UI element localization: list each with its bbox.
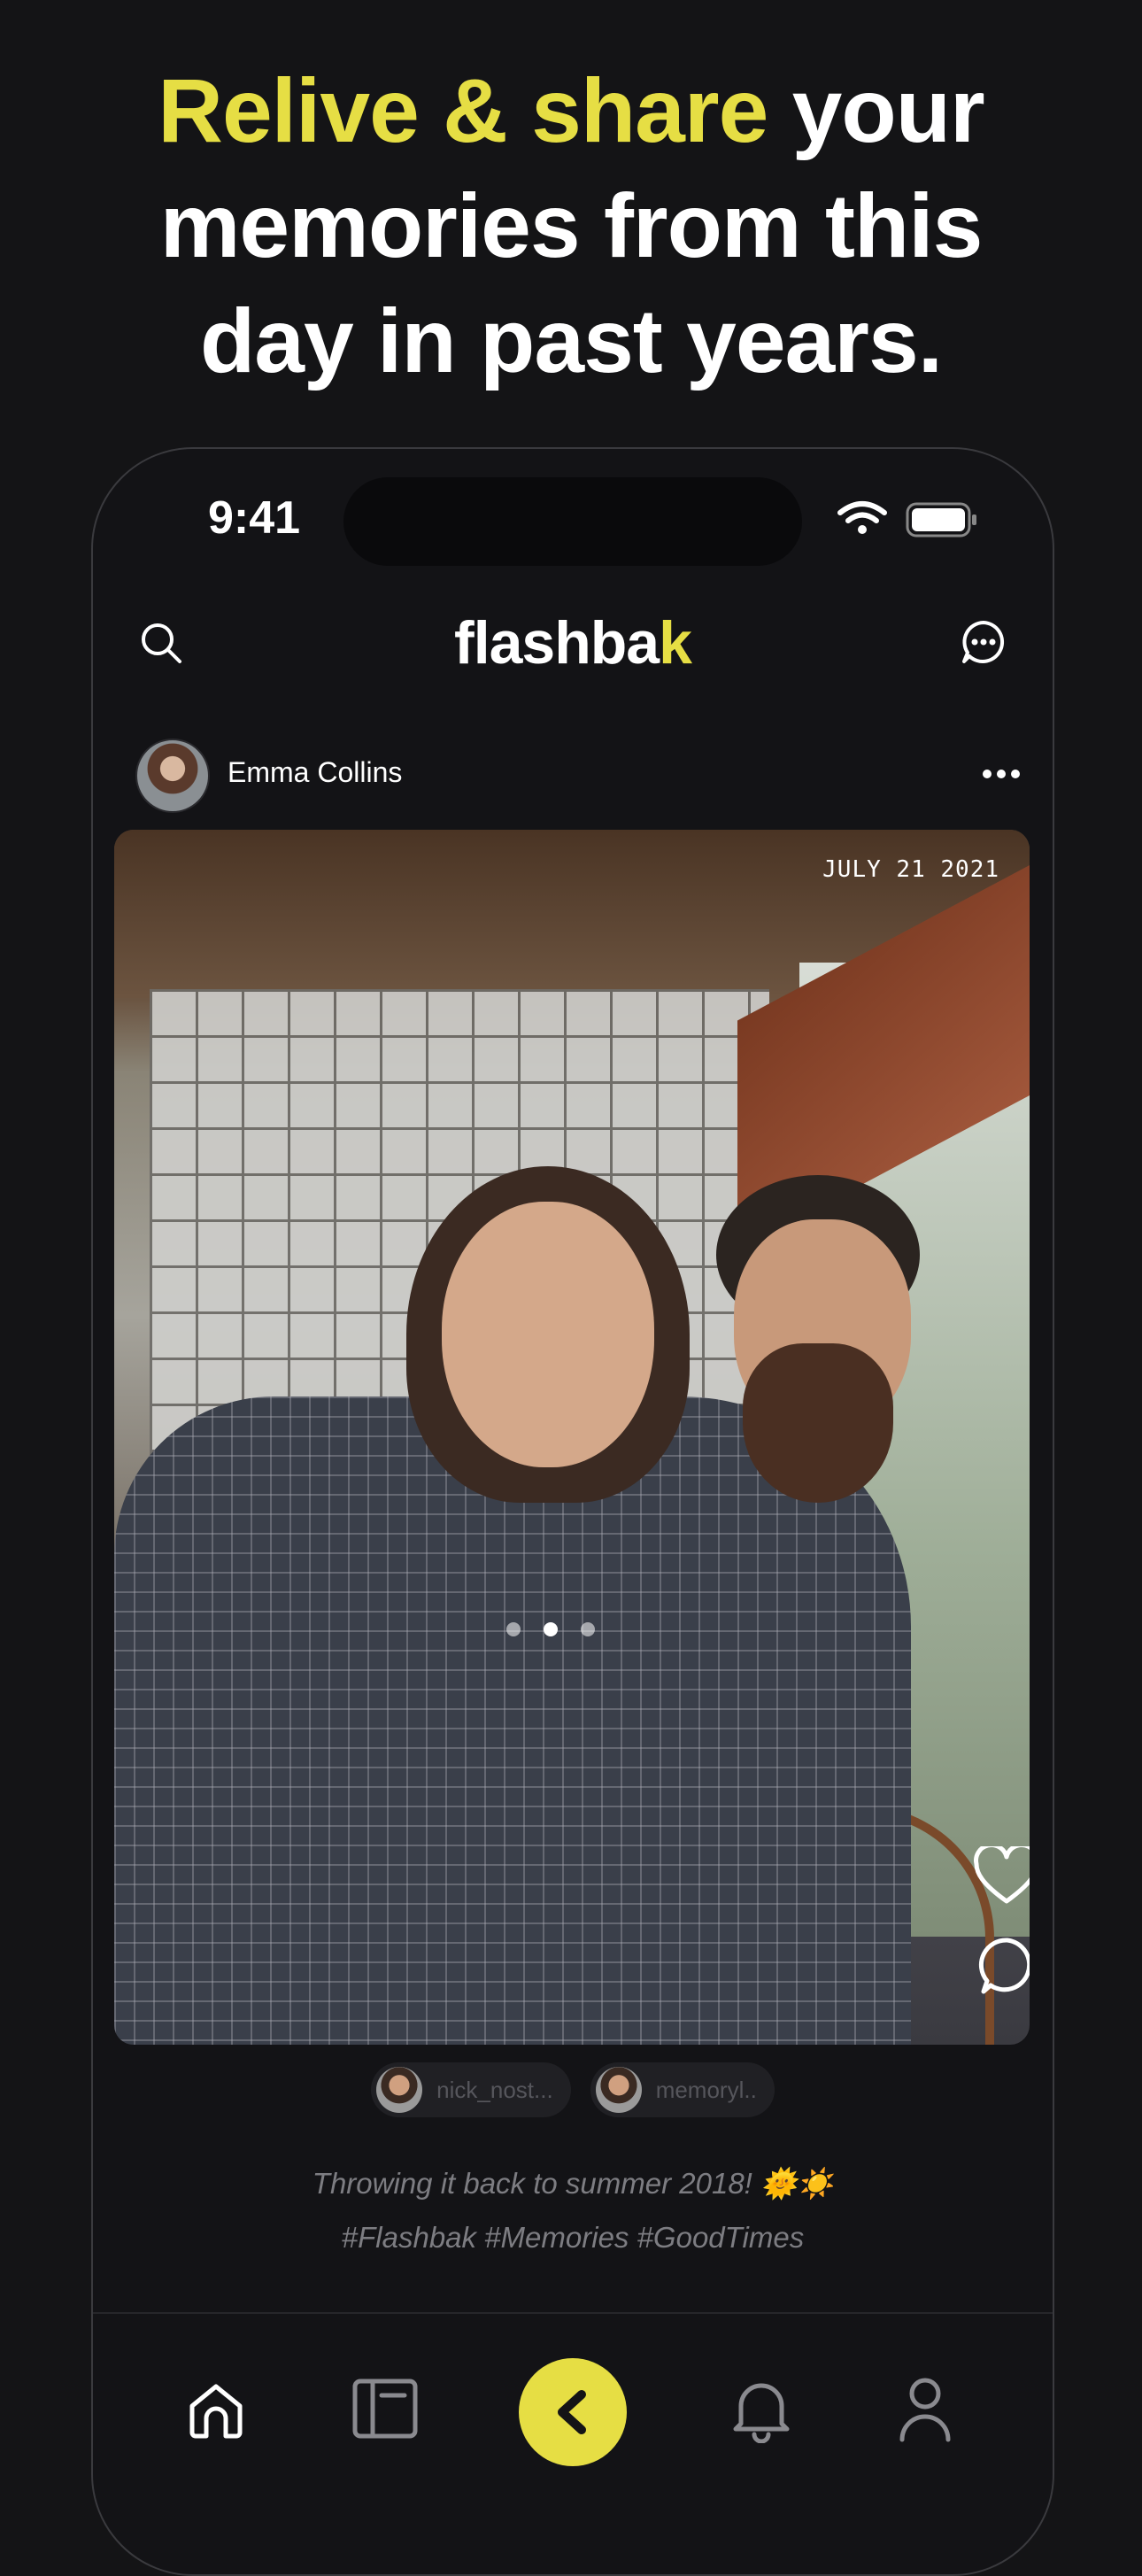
chat-icon[interactable]: [961, 619, 1007, 665]
dynamic-island: [343, 477, 802, 566]
photo-woman-face: [442, 1202, 654, 1467]
tagged-user-avatar: [595, 2067, 642, 2113]
post-username[interactable]: Emma Collins: [228, 756, 402, 789]
home-icon[interactable]: [185, 2379, 247, 2441]
headline-line-3: day in past years.: [199, 290, 943, 391]
caption-text: Throwing it back to summer 2018! 🌞☀️: [312, 2167, 834, 2200]
profile-icon[interactable]: [897, 2376, 953, 2443]
tagged-users: nick_nost... memoryl..: [93, 2062, 1053, 2117]
post-photo[interactable]: JULY 21 2021: [114, 830, 1030, 2045]
comment-icon[interactable]: [978, 1937, 1030, 1995]
marketing-headline: Relive & share your memories from this d…: [0, 53, 1142, 398]
wifi-icon: [837, 501, 887, 534]
headline-rest: your: [768, 60, 985, 161]
tagged-user-name: nick_nost...: [436, 2076, 553, 2103]
heart-icon[interactable]: [973, 1846, 1030, 1907]
phone-frame: 9:41 flashbak Emma Collins JULY 21 2021 …: [91, 447, 1054, 2576]
headline-line-1: Relive & share your: [0, 53, 1142, 168]
carousel-dot-active[interactable]: [544, 1622, 558, 1636]
photo-date: JULY 21 2021: [822, 856, 999, 883]
tagged-user-avatar: [376, 2067, 423, 2113]
carousel-dot[interactable]: [506, 1622, 521, 1636]
tagged-user-name: memoryl..: [655, 2076, 757, 2103]
status-time: 9:41: [208, 492, 301, 544]
battery-icon: [906, 502, 976, 538]
app-logo: flashbak: [93, 608, 1053, 677]
journal-icon[interactable]: [350, 2376, 421, 2441]
headline-highlight: Relive & share: [158, 60, 768, 161]
nav-divider: [93, 2312, 1053, 2314]
carousel-dots: [506, 1622, 595, 1636]
more-dots-icon[interactable]: [982, 765, 1021, 783]
headline-line-2: memories from this: [159, 175, 984, 276]
avatar[interactable]: [135, 739, 210, 813]
tagged-user-chip[interactable]: nick_nost...: [371, 2062, 571, 2117]
flashbak-button[interactable]: [519, 2358, 627, 2466]
caption-hashtags[interactable]: #Flashbak #Memories #GoodTimes: [93, 2210, 1053, 2264]
carousel-dot[interactable]: [581, 1622, 595, 1636]
flashbak-icon: [558, 2390, 586, 2434]
photo-beard: [743, 1343, 893, 1503]
post-header: Emma Collins: [135, 739, 1021, 813]
logo-main: flashba: [454, 609, 660, 677]
tagged-user-chip[interactable]: memoryl..: [590, 2062, 775, 2117]
bell-icon[interactable]: [730, 2376, 792, 2443]
logo-accent: k: [659, 609, 692, 677]
post-caption: Throwing it back to summer 2018! 🌞☀️ #Fl…: [93, 2156, 1053, 2264]
